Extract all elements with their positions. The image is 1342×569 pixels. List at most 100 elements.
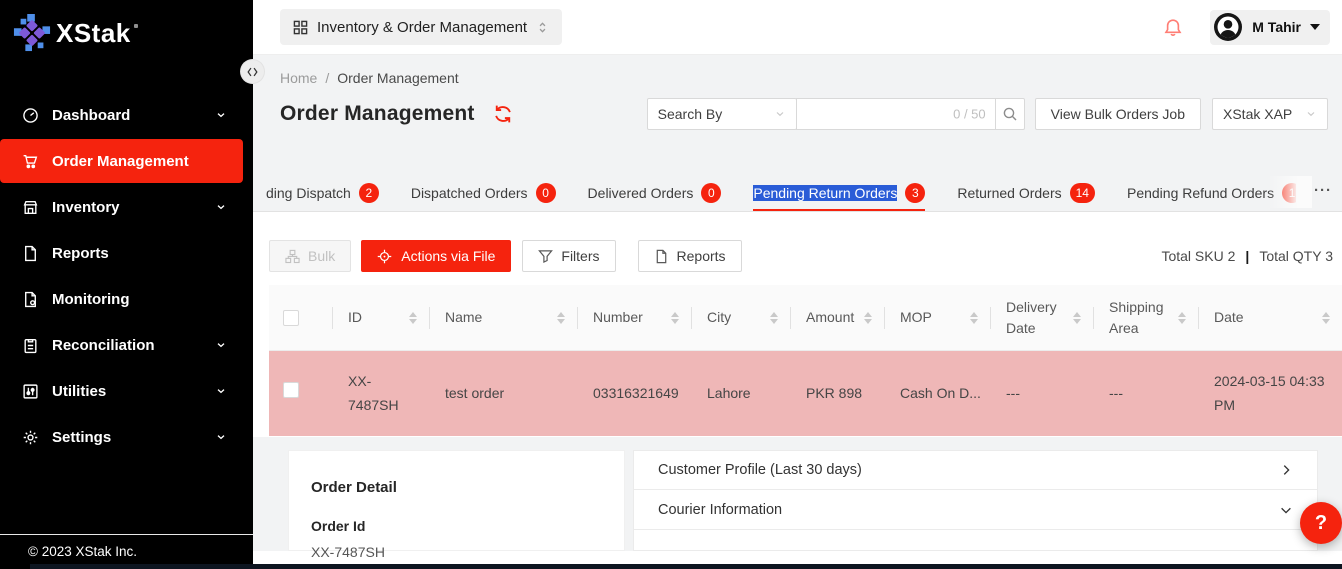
bottom-scrollbar-strip[interactable]: [30, 564, 1342, 569]
tab-dispatched-orders[interactable]: Dispatched Orders 0: [411, 174, 556, 211]
sidebar-item-settings[interactable]: Settings: [0, 414, 253, 460]
column-header-mop[interactable]: MOP: [884, 285, 990, 350]
sidebar-item-label: Settings: [52, 429, 111, 446]
tab-pending-dispatch[interactable]: ding Dispatch 2: [266, 174, 379, 211]
sidebar-item-dashboard[interactable]: Dashboard: [0, 92, 253, 138]
sidebar-item-utilities[interactable]: Utilities: [0, 368, 253, 414]
sort-icon[interactable]: [1322, 312, 1330, 324]
chevron-down-icon: [774, 108, 786, 120]
refresh-icon[interactable]: [493, 104, 513, 124]
totals-separator: |: [1245, 248, 1249, 264]
column-label: City: [707, 307, 731, 327]
sort-icon[interactable]: [671, 312, 679, 324]
column-header-name[interactable]: Name: [429, 285, 577, 350]
chevron-down-icon: [215, 431, 227, 443]
tab-label: Dispatched Orders: [411, 185, 528, 201]
tabs-row: ding Dispatch 2 Dispatched Orders 0 Deli…: [253, 174, 1342, 212]
accordion-panels: Customer Profile (Last 30 days) Courier …: [633, 450, 1318, 551]
breadcrumb-home[interactable]: Home: [280, 70, 317, 86]
view-bulk-orders-job-button[interactable]: View Bulk Orders Job: [1035, 98, 1201, 130]
sort-icon[interactable]: [1073, 312, 1081, 324]
column-header-id[interactable]: ID: [332, 285, 429, 350]
sort-icon[interactable]: [770, 312, 778, 324]
chevron-down-icon: [215, 109, 227, 121]
orders-table: ID Name Number City Amount MOP Delivery …: [269, 285, 1342, 436]
tab-label: Delivered Orders: [588, 185, 694, 201]
sidebar-item-label: Inventory: [52, 199, 120, 216]
column-label: Name: [445, 307, 482, 327]
sidebar-item-label: Utilities: [52, 383, 106, 400]
sidebar-item-order-management[interactable]: Order Management: [0, 139, 243, 183]
dashboard-icon: [22, 107, 39, 124]
file-icon: [22, 245, 39, 262]
filters-label: Filters: [561, 248, 599, 264]
tab-badge: 0: [536, 183, 556, 203]
actions-via-file-button[interactable]: Actions via File: [361, 240, 511, 272]
bulk-button[interactable]: Bulk: [269, 240, 351, 272]
column-header-shipping-area[interactable]: Shipping Area: [1093, 285, 1198, 350]
tab-badge: 14: [1070, 183, 1095, 203]
search-by-select[interactable]: Search By: [647, 98, 797, 130]
search-input-wrap: 0 / 50: [796, 98, 996, 130]
sitemap-icon: [285, 249, 300, 264]
actions-via-file-label: Actions via File: [401, 248, 495, 264]
sort-icon[interactable]: [864, 312, 872, 324]
zone-top: Home / Order Management Order Management…: [253, 55, 1342, 212]
column-header-delivery-date[interactable]: Delivery Date: [990, 285, 1093, 350]
app-switcher[interactable]: Inventory & Order Management: [280, 9, 562, 45]
sidebar-item-monitoring[interactable]: Monitoring: [0, 276, 253, 322]
sidebar-item-reconciliation[interactable]: Reconciliation: [0, 322, 253, 368]
sort-icon[interactable]: [557, 312, 565, 324]
column-label: ID: [348, 307, 362, 327]
more-tabs-button[interactable]: ···: [1314, 182, 1332, 199]
topbar: Inventory & Order Management: [253, 0, 1342, 55]
select-all-checkbox[interactable]: [283, 310, 299, 326]
tab-pending-return-orders[interactable]: Pending Return Orders 3: [753, 174, 925, 211]
row-checkbox[interactable]: [283, 382, 299, 398]
zone-bottom: Order Detail Order Id XX-7487SH Customer…: [253, 437, 1342, 551]
chevron-down-icon: [1279, 503, 1293, 517]
column-header-amount[interactable]: Amount: [790, 285, 884, 350]
column-header-city[interactable]: City: [691, 285, 790, 350]
total-qty: Total QTY 3: [1259, 248, 1333, 264]
logo: XStak: [0, 0, 253, 52]
sort-icon[interactable]: [1178, 312, 1186, 324]
avatar: [1213, 12, 1243, 42]
tab-label: ding Dispatch: [266, 185, 351, 201]
title-row: Order Management Search By: [280, 98, 1328, 130]
help-button[interactable]: ?: [1300, 502, 1342, 544]
accordion-customer-profile[interactable]: Customer Profile (Last 30 days): [633, 450, 1318, 490]
updown-icon: [536, 20, 549, 35]
notification-bell-icon[interactable]: [1163, 17, 1183, 38]
sidebar-item-inventory[interactable]: Inventory: [0, 184, 253, 230]
app-root: XStak Dashboard Order Management: [0, 0, 1342, 569]
cell-date: 2024-03-15 04:33 PM: [1198, 370, 1342, 416]
sidebar-item-reports[interactable]: Reports: [0, 230, 253, 276]
table-row[interactable]: XX-7487SH test order 03316321649 Lahore …: [269, 351, 1342, 436]
cell-number: 03316321649: [577, 382, 691, 405]
user-menu[interactable]: M Tahir: [1210, 10, 1330, 45]
column-header-date[interactable]: Date: [1198, 285, 1342, 350]
cart-icon: [22, 153, 39, 170]
column-header-number[interactable]: Number: [577, 285, 691, 350]
search-button[interactable]: [995, 98, 1025, 130]
tab-label: Returned Orders: [957, 185, 1061, 201]
tab-returned-orders[interactable]: Returned Orders 14: [957, 174, 1095, 211]
reports-button[interactable]: Reports: [638, 240, 742, 272]
cell-shipping-area: ---: [1093, 382, 1198, 405]
sort-icon[interactable]: [970, 312, 978, 324]
aim-icon: [377, 249, 392, 264]
sidebar-collapse-button[interactable]: [241, 60, 264, 83]
xstak-xap-select[interactable]: XStak XAP: [1212, 98, 1328, 130]
breadcrumb-current: Order Management: [337, 70, 458, 86]
accordion-label: Customer Profile (Last 30 days): [658, 462, 862, 478]
filters-button[interactable]: Filters: [522, 240, 615, 272]
tabs-fade: [1268, 176, 1312, 208]
cell-amount: PKR 898: [790, 382, 884, 405]
tab-delivered-orders[interactable]: Delivered Orders 0: [588, 174, 722, 211]
accordion-courier-information[interactable]: Courier Information: [633, 490, 1318, 530]
total-sku: Total SKU 2: [1161, 248, 1235, 264]
sort-icon[interactable]: [409, 312, 417, 324]
cell-mop: Cash On D...: [884, 382, 990, 405]
content: Home / Order Management Order Management…: [253, 55, 1342, 569]
